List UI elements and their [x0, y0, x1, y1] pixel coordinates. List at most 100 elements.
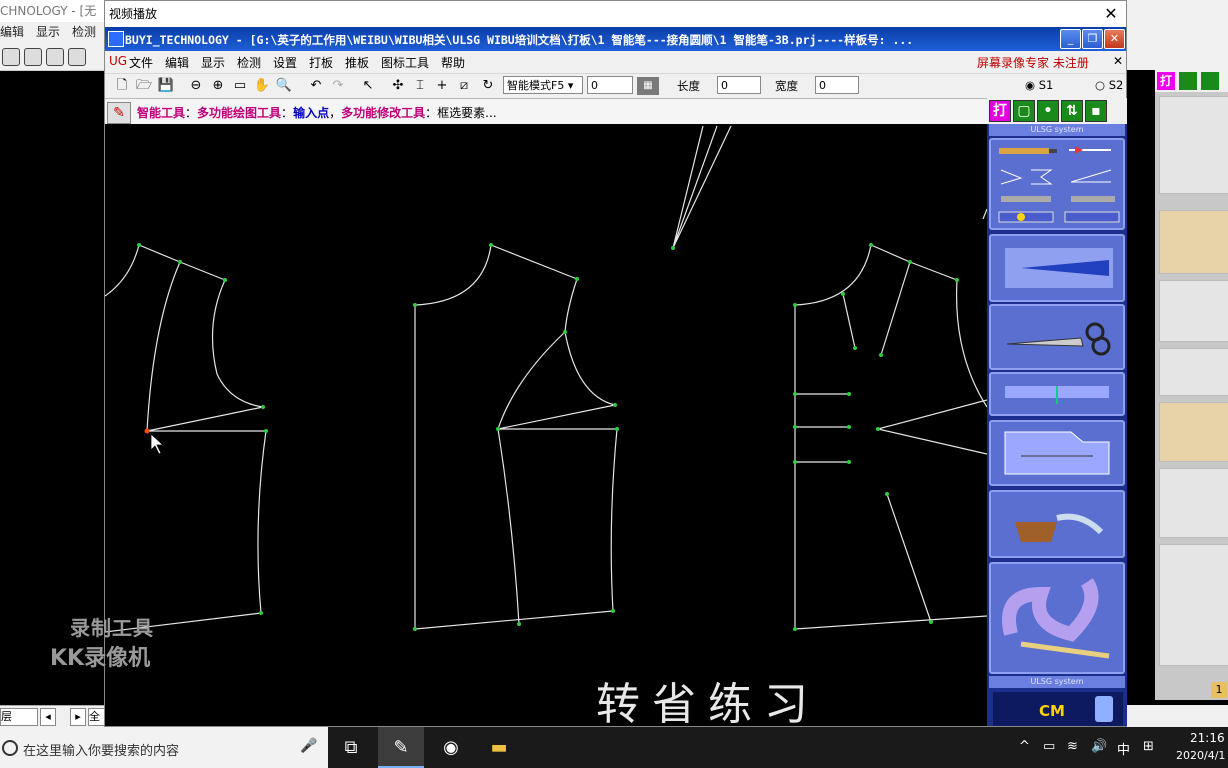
menu-grading[interactable]: 推板 [345, 54, 369, 71]
rectangle-tool-button[interactable]: ▢ [1013, 100, 1035, 122]
curve-ruler-icon [1002, 578, 1110, 659]
notch-tool[interactable] [989, 372, 1125, 416]
menu-pattern[interactable]: 打板 [309, 54, 333, 71]
zoom-out-icon[interactable]: ⊖ [187, 77, 205, 95]
hint-modify-tool: 多功能修改工具 [341, 106, 426, 120]
arrow-left-icon[interactable]: ◂ [40, 708, 56, 726]
network-icon[interactable]: ≋ [1067, 739, 1078, 754]
pattern-app-taskbar-icon[interactable]: ✎ [378, 727, 424, 768]
length-field[interactable]: 0 [717, 76, 761, 94]
hint-bar: ✎ 智能工具：多功能绘图工具：输入点，多功能修改工具：框选要素... [105, 98, 987, 125]
bg-tool-bucket-icon[interactable] [1159, 468, 1228, 538]
radio-s2[interactable]: ○ S2 [1095, 78, 1123, 92]
clock-time[interactable]: 21:16 [1190, 731, 1225, 745]
watermark-line2: KK录像机 [50, 646, 151, 671]
menu-ug[interactable]: UG [109, 54, 127, 68]
bg-tool-pattern-icon[interactable] [1159, 402, 1228, 462]
maximize-button[interactable]: ❐ [1082, 29, 1103, 49]
menu-check[interactable]: 检测 [237, 54, 261, 71]
ime-indicator[interactable]: 中 [1117, 739, 1130, 758]
middle-piece-armhole [564, 331, 616, 406]
keyboard-icon[interactable]: ⊞ [1143, 739, 1154, 754]
menu-display[interactable]: 显示 [201, 54, 225, 71]
recorder-taskbar-icon[interactable]: ◉ [428, 727, 474, 768]
zoom-in-icon[interactable]: ⊕ [209, 77, 227, 95]
player-close-button[interactable]: ✕ [1101, 4, 1121, 24]
arrow-tool-button[interactable]: ⇅ [1061, 100, 1083, 122]
pattern-piece-tool[interactable] [989, 420, 1125, 486]
bg-menu-check[interactable]: 检测 [72, 25, 96, 39]
volume-icon[interactable]: 🔊 [1091, 739, 1107, 754]
zoom-out-icon[interactable] [2, 48, 20, 66]
battery-icon[interactable]: ▭ [1043, 739, 1055, 754]
point-tool-button[interactable]: • [1037, 100, 1059, 122]
menu-edit[interactable]: 编辑 [165, 54, 189, 71]
mode-select-value: 智能模式F5 [507, 79, 565, 92]
bg-right-green-button[interactable] [1179, 72, 1197, 90]
misc-tool-button[interactable]: ▪ [1085, 100, 1107, 122]
pan-hand-icon[interactable]: ✋ [253, 77, 271, 95]
menu-icon-tools[interactable]: 图标工具 [381, 54, 429, 71]
fit-screen-icon[interactable]: ▭ [231, 77, 249, 95]
clock-date[interactable]: 2020/4/1 [1176, 749, 1225, 762]
open-folder-icon[interactable]: 🗁 [135, 77, 153, 95]
align-icon[interactable]: ⌶ [411, 77, 429, 95]
pan-icon[interactable] [68, 48, 86, 66]
calculator-icon[interactable]: ▦ [637, 77, 659, 95]
left-piece-dart-line1 [146, 261, 181, 432]
middle-piece-hem [414, 610, 614, 630]
radio-s1[interactable]: ◉ S1 [1025, 78, 1053, 92]
fit-window-icon[interactable] [46, 48, 64, 66]
wash-tool[interactable] [989, 490, 1125, 558]
menu-close-icon[interactable]: ✕ [1113, 54, 1123, 68]
dart-tool[interactable] [989, 234, 1125, 302]
layer-field[interactable]: 层 [0, 708, 38, 726]
bg-menu-display[interactable]: 显示 [36, 25, 60, 39]
menu-help[interactable]: 帮助 [441, 54, 465, 71]
middle-piece-side [610, 428, 618, 612]
rotate-icon[interactable]: ↻ [479, 77, 497, 95]
mode-select[interactable]: 智能模式F5 ▾ [503, 76, 583, 94]
smart-pen-icon[interactable]: ↖ [359, 77, 377, 95]
microphone-icon[interactable]: 🎤 [300, 738, 317, 754]
pattern-mode-button[interactable]: 打 [989, 100, 1011, 122]
curve-ruler-tool[interactable] [989, 562, 1125, 674]
bg-right-green-button-2[interactable] [1201, 72, 1219, 90]
bg-tool-pens-icon[interactable] [1159, 96, 1228, 194]
scissors-tool[interactable] [989, 304, 1125, 370]
bg-menu-edit[interactable]: 编辑 [0, 25, 24, 39]
bg-tool-dart-icon[interactable] [1159, 210, 1228, 274]
value-field[interactable]: 0 [587, 76, 633, 94]
drawing-canvas[interactable] [104, 124, 988, 726]
mouse-cursor-icon [150, 433, 165, 455]
move-icon[interactable]: ✣ [389, 77, 407, 95]
bg-tool-notch-icon[interactable] [1159, 348, 1228, 396]
menu-settings[interactable]: 设置 [273, 54, 297, 71]
calculator-icon[interactable] [1095, 696, 1113, 722]
zoom-window-icon[interactable]: 🔍 [275, 77, 293, 95]
file-explorer-icon[interactable]: ▬ [476, 727, 522, 768]
bg-tool-curve-ruler-icon[interactable] [1159, 544, 1228, 666]
bg-right-print-button[interactable]: 打 [1157, 72, 1175, 90]
chevron-up-icon[interactable]: ^ [1019, 739, 1030, 754]
arrow-right-icon[interactable]: ▸ [70, 708, 86, 726]
taskbar-search[interactable]: 在这里输入你要搜索的内容 🎤 [0, 727, 328, 768]
redo-icon[interactable]: ↷ [329, 77, 347, 95]
app-close-button[interactable]: ✕ [1104, 29, 1125, 49]
minimize-button[interactable]: _ [1060, 29, 1081, 49]
transform-icon[interactable]: ⧄ [455, 77, 473, 95]
task-view-icon[interactable]: ⧉ [328, 727, 374, 768]
tool-panel-strip-top: ULSG system [989, 124, 1125, 136]
zoom-in-icon[interactable] [24, 48, 42, 66]
right-piece-hem [794, 615, 988, 630]
unit-cm-label[interactable]: CM [1039, 702, 1065, 720]
undo-icon[interactable]: ↶ [307, 77, 325, 95]
width-field[interactable]: 0 [815, 76, 859, 94]
save-icon[interactable]: 💾 [157, 77, 175, 95]
new-file-icon[interactable]: 🗋 [113, 77, 131, 95]
taskbar: 在这里输入你要搜索的内容 🎤 ⧉ ✎ ◉ ▬ ^ ▭ ≋ 🔊 中 ⊞ 21:16… [0, 727, 1228, 768]
add-point-icon[interactable]: + [433, 77, 451, 95]
menu-file[interactable]: 文件 [129, 54, 153, 71]
dart-tool-icon [1005, 248, 1113, 288]
bg-tool-scissors-icon[interactable] [1159, 280, 1228, 342]
